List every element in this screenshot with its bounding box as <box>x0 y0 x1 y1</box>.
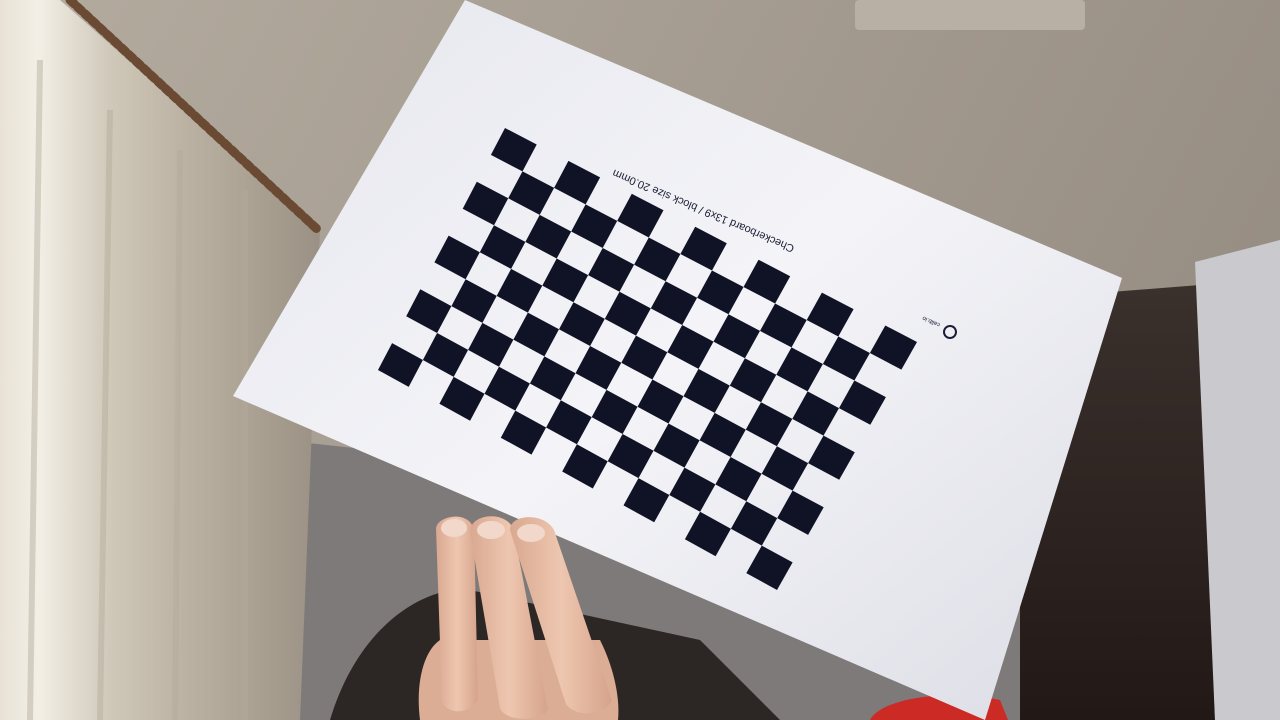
fingernail-2 <box>477 521 505 539</box>
ceiling-fixture <box>855 0 1085 30</box>
fingernail-3 <box>517 524 545 542</box>
photo-canvas: Checkerboard 13x9 / block size 20.0mm ca… <box>0 0 1280 720</box>
photo-scene: Checkerboard 13x9 / block size 20.0mm ca… <box>0 0 1280 720</box>
finger-1 <box>436 516 478 712</box>
fingernail-1 <box>441 519 467 537</box>
